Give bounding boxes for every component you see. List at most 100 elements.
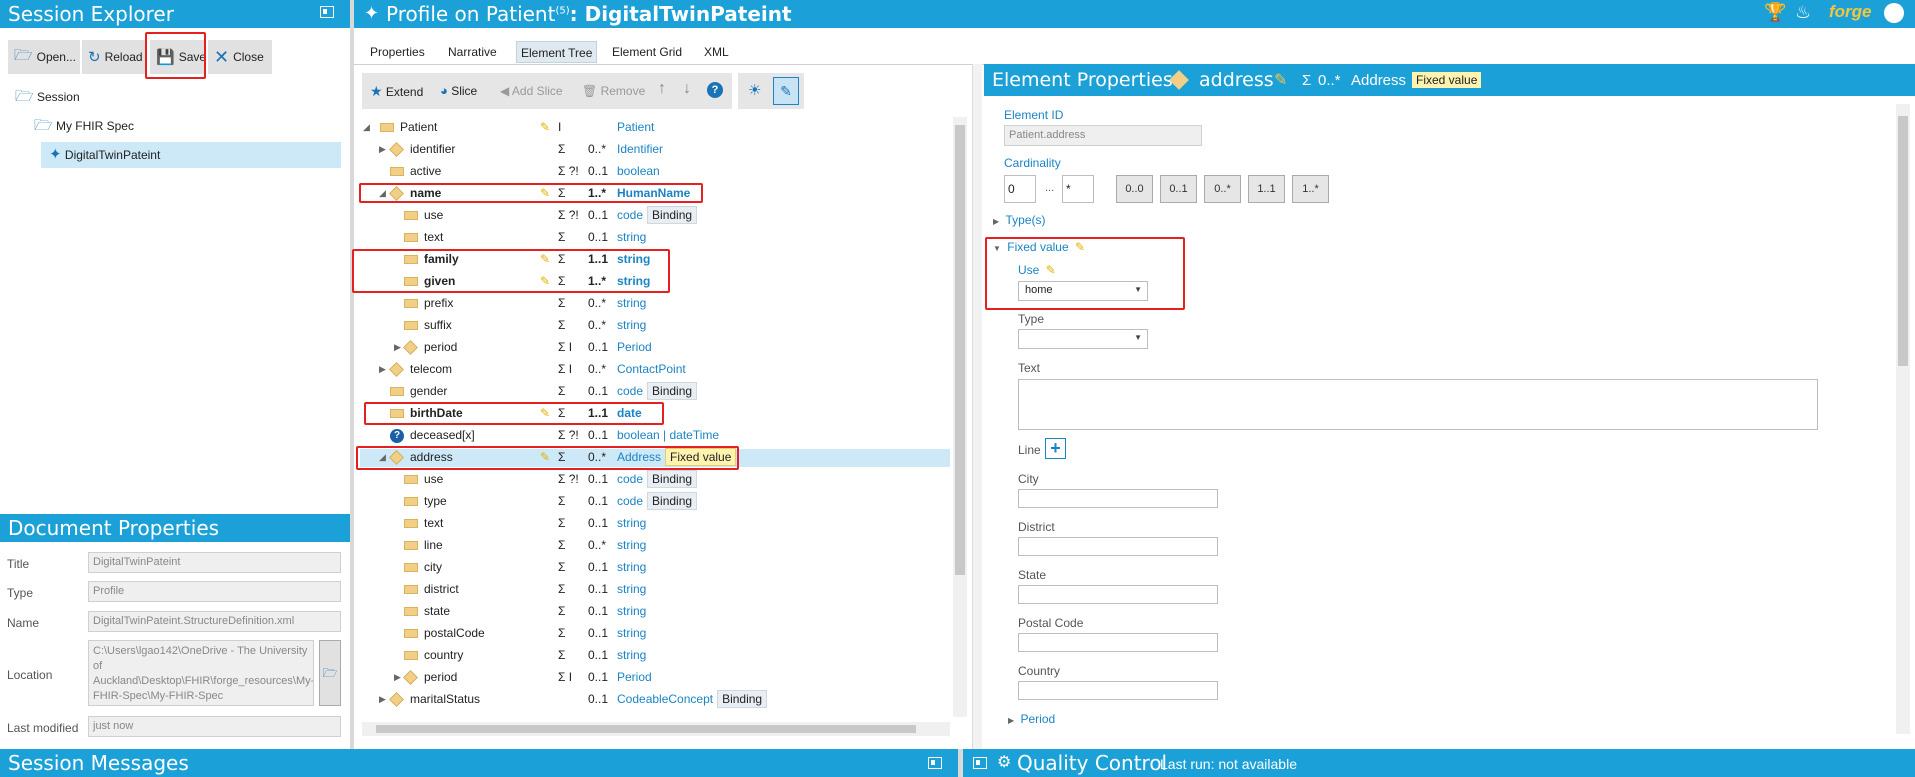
- move-down-icon[interactable]: ↓: [683, 80, 691, 98]
- slice-button[interactable]: ◕ Slice: [440, 82, 477, 100]
- min-cardinality-input[interactable]: 0: [1004, 175, 1036, 203]
- chevron-down-icon: ▼: [1134, 333, 1142, 342]
- tree-row[interactable]: active Σ ?! 0..1 boolean: [360, 160, 950, 182]
- pencil-icon: ✎: [1074, 240, 1086, 254]
- element-id-field[interactable]: Patient.address: [1004, 125, 1202, 146]
- max-cardinality-input[interactable]: *: [1062, 175, 1094, 203]
- folder-icon: [404, 585, 418, 595]
- lightbulb-icon[interactable]: ☀: [748, 81, 761, 99]
- properties-vertical-scrollbar[interactable]: [1896, 104, 1910, 734]
- tree-session[interactable]: 🗁 Session: [15, 88, 80, 106]
- tree-row[interactable]: birthDate ✎ Σ 1..1 date: [360, 402, 950, 424]
- folder-icon: 🗁: [15, 88, 34, 105]
- doc-location-field[interactable]: C:\Users\lgao142\OneDrive - The Universi…: [88, 640, 314, 706]
- period-expander[interactable]: ▶ Period: [1008, 712, 1055, 726]
- tab-properties[interactable]: Properties: [366, 41, 429, 63]
- tab-narrative[interactable]: Narrative: [444, 41, 501, 63]
- folder-icon: [390, 167, 404, 177]
- element-properties-title: Element Properties:: [992, 69, 1180, 91]
- tree-row[interactable]: given ✎ Σ 1..* string: [360, 270, 950, 292]
- text-label: Text: [1018, 361, 1041, 375]
- district-input[interactable]: [1018, 537, 1218, 556]
- doc-type-field[interactable]: Profile: [88, 581, 341, 602]
- doc-modified-field[interactable]: just now: [88, 716, 341, 737]
- fixed-value-expander[interactable]: ▼ Fixed value ✎: [993, 240, 1085, 254]
- tab-element-tree[interactable]: Element Tree: [516, 41, 598, 63]
- help-icon[interactable]: ♨: [1795, 2, 1811, 23]
- tree-row[interactable]: gender Σ 0..1 code Binding: [360, 380, 950, 402]
- types-expander[interactable]: ▶ Type(s): [993, 213, 1046, 227]
- pencil-icon: ✎: [540, 274, 551, 288]
- tree-row[interactable]: ▶ maritalStatus 0..1 CodeableConcept Bind…: [360, 688, 950, 710]
- text-input[interactable]: [1018, 379, 1818, 430]
- doc-title-field[interactable]: DigitalTwinPateint: [88, 552, 341, 573]
- tree-spec[interactable]: 🗁 My FHIR Spec: [34, 117, 134, 135]
- tree-row[interactable]: text Σ 0..1 string: [360, 226, 950, 248]
- qc-dock-icon[interactable]: [973, 757, 987, 769]
- tree-row[interactable]: city Σ 0..1 string: [360, 556, 950, 578]
- city-input[interactable]: [1018, 489, 1218, 508]
- country-input[interactable]: [1018, 681, 1218, 700]
- tree-row[interactable]: postalCode Σ 0..1 string: [360, 622, 950, 644]
- tree-row[interactable]: type Σ 0..1 code Binding: [360, 490, 950, 512]
- add-slice-button[interactable]: ◀ Add Slice: [500, 82, 563, 100]
- tree-horizontal-scrollbar[interactable]: [362, 722, 950, 736]
- use-select[interactable]: home ▼: [1018, 281, 1148, 301]
- tree-row[interactable]: ◢ Patient ✎ I Patient: [360, 116, 950, 138]
- pencil-icon: ✎: [1045, 263, 1056, 277]
- cardinality-1-1-button[interactable]: 1..1: [1248, 175, 1285, 203]
- doc-name-field[interactable]: DigitalTwinPateint.StructureDefinition.x…: [88, 611, 341, 632]
- tree-profile[interactable]: ✦ DigitalTwinPateint: [41, 142, 341, 168]
- add-line-button[interactable]: +: [1045, 438, 1066, 459]
- cardinality-0-1-button[interactable]: 0..1: [1160, 175, 1197, 203]
- tree-row[interactable]: ◢ name ✎ Σ 1..* HumanName: [360, 182, 950, 204]
- cardinality-0-many-button[interactable]: 0..*: [1204, 175, 1241, 203]
- tree-row[interactable]: line Σ 0..* string: [360, 534, 950, 556]
- tree-row[interactable]: family ✎ Σ 1..1 string: [360, 248, 950, 270]
- edit-mode-button[interactable]: ✎: [773, 77, 799, 105]
- state-label: State: [1018, 568, 1047, 582]
- reload-button[interactable]: ↻ Reload: [82, 40, 146, 74]
- tree-row[interactable]: use Σ ?! 0..1 code Binding: [360, 204, 950, 226]
- star-icon: ★: [370, 83, 383, 99]
- tree-row[interactable]: ▶ period Σ I 0..1 Period: [360, 666, 950, 688]
- cardinality-1-many-button[interactable]: 1..*: [1292, 175, 1329, 203]
- remove-button[interactable]: 🗑 Remove: [582, 82, 645, 100]
- state-input[interactable]: [1018, 585, 1218, 604]
- dock-icon[interactable]: [320, 6, 334, 18]
- tree-vertical-scrollbar[interactable]: [953, 117, 967, 717]
- cardinality-0-0-button[interactable]: 0..0: [1116, 175, 1153, 203]
- tab-xml[interactable]: XML: [700, 41, 733, 63]
- doc-title-label: Title: [7, 557, 30, 571]
- quality-control-title: Quality Control: [1017, 751, 1168, 775]
- tree-row[interactable]: ? deceased[x] Σ ?! 0..1 boolean | dateTim…: [360, 424, 950, 446]
- tree-row[interactable]: use Σ ?! 0..1 code Binding: [360, 468, 950, 490]
- browse-button[interactable]: 🗁: [319, 640, 341, 706]
- tree-row[interactable]: ▶ telecom Σ I 0..* ContactPoint: [360, 358, 950, 380]
- folder-icon: [404, 475, 418, 485]
- save-button[interactable]: 💾 Save: [150, 40, 206, 74]
- open-button[interactable]: 🗁 Open...: [8, 40, 80, 74]
- extend-button[interactable]: ★ Extend: [370, 82, 423, 101]
- type-select[interactable]: ▼: [1018, 329, 1148, 349]
- pencil-icon: ✎: [540, 186, 551, 200]
- tree-row[interactable]: state Σ 0..1 string: [360, 600, 950, 622]
- help-circle-icon[interactable]: ?: [707, 82, 723, 98]
- messages-dock-icon[interactable]: [928, 757, 942, 769]
- tree-row[interactable]: text Σ 0..1 string: [360, 512, 950, 534]
- tree-row[interactable]: country Σ 0..1 string: [360, 644, 950, 666]
- user-avatar-icon[interactable]: [1884, 3, 1904, 23]
- move-up-icon[interactable]: ↑: [658, 80, 666, 98]
- tree-row[interactable]: ▶ identifier Σ 0..* Identifier: [360, 138, 950, 160]
- tree-row[interactable]: ▶ period Σ I 0..1 Period: [360, 336, 950, 358]
- tab-element-grid[interactable]: Element Grid: [608, 41, 686, 63]
- folder-icon: [404, 519, 418, 529]
- tree-row[interactable]: suffix Σ 0..* string: [360, 314, 950, 336]
- tree-row[interactable]: district Σ 0..1 string: [360, 578, 950, 600]
- trophy-icon[interactable]: 🏆: [1764, 2, 1786, 23]
- tree-row[interactable]: ◢ address ✎ Σ 0..* Address Fixed value: [360, 446, 950, 468]
- tree-row[interactable]: prefix Σ 0..* string: [360, 292, 950, 314]
- close-button[interactable]: ✕ Close: [208, 40, 272, 74]
- postal-code-input[interactable]: [1018, 633, 1218, 652]
- session-explorer-title: Session Explorer: [8, 2, 174, 26]
